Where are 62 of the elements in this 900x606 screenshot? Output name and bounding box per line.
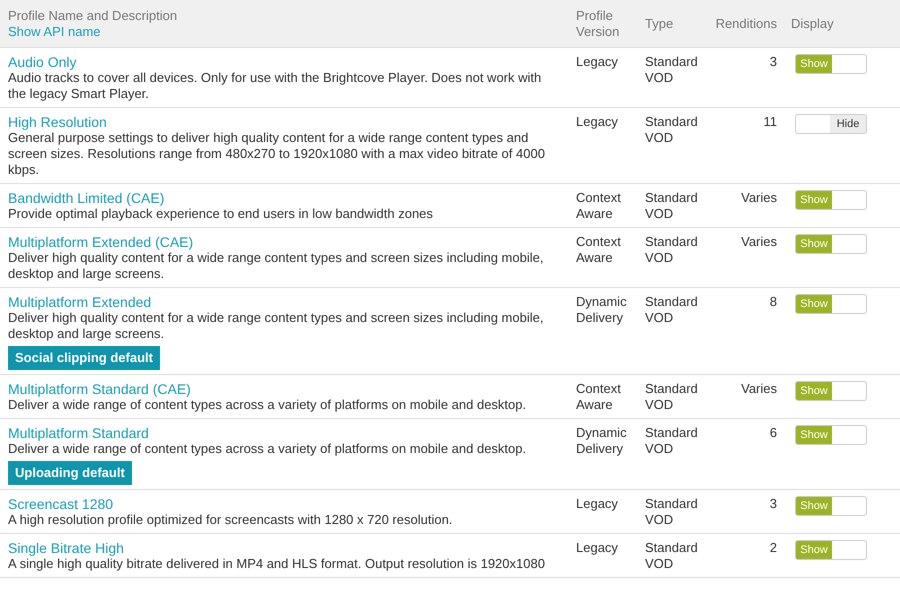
profile-type: Standard VOD: [645, 540, 699, 572]
renditions-count: Varies: [741, 381, 777, 397]
profile-name-link[interactable]: Multiplatform Extended: [8, 294, 152, 310]
default-badge: Social clipping default: [8, 346, 160, 370]
profile-description: Deliver high quality content for a wide range content types and screen sizes including mobile, desktop and large screens.: [8, 250, 544, 282]
profile-name-link[interactable]: Multiplatform Standard: [8, 425, 149, 441]
renditions-count: Varies: [741, 234, 777, 250]
column-header: Type: [645, 16, 674, 31]
profile-name-link[interactable]: High Resolution: [8, 114, 107, 130]
profile-description: A high resolution profile optimized for screencasts with 1280 x 720 resolution.: [8, 512, 452, 528]
renditions-count: 2: [770, 540, 777, 556]
profile-version: Context Aware: [576, 234, 622, 266]
profile-name-link[interactable]: Multiplatform Standard (CAE): [8, 381, 191, 397]
profile-type: Standard VOD: [645, 496, 699, 528]
profile-version: Legacy: [576, 114, 619, 130]
renditions-count: 3: [770, 54, 777, 70]
profile-version: Legacy: [576, 496, 619, 512]
display-toggle[interactable]: Show: [795, 540, 867, 560]
profile-description: Deliver high quality content for a wide range content types and screen sizes including mobile, desktop and large screens.: [8, 310, 544, 342]
default-badge: Uploading default: [8, 461, 132, 485]
display-toggle[interactable]: Show: [795, 190, 867, 210]
profile-type: Standard VOD: [645, 294, 699, 326]
profile-version: Dynamic Delivery: [576, 294, 628, 326]
profile-description: Provide optimal playback experience to end users in low bandwidth zones: [8, 206, 433, 222]
display-toggle[interactable]: Show: [795, 234, 867, 254]
profile-description: A single high quality bitrate delivered in MP4 and HLS format. Output resolution is 1920x1080: [8, 556, 545, 572]
profile-description: General purpose settings to deliver high quality content for a wide range content types and screen sizes. Resolutions range from 480x270 to 1920x1080 with a max video bitrate of 4000 kbps.: [8, 130, 546, 178]
profile-type: Standard VOD: [645, 425, 699, 457]
profile-name-link[interactable]: Audio Only: [8, 54, 76, 70]
renditions-count: 8: [770, 294, 777, 310]
column-header: Display: [791, 16, 834, 31]
profile-type: Standard VOD: [645, 114, 699, 146]
profile-type: Standard VOD: [645, 234, 699, 266]
profile-description: Deliver a wide range of content types across a variety of platforms on mobile and desktop.: [8, 397, 526, 413]
profile-version: Dynamic Delivery: [576, 425, 628, 457]
profile-version: Context Aware: [576, 381, 622, 413]
column-header: Profile Version: [576, 8, 620, 40]
column-header: Renditions: [716, 16, 777, 33]
display-toggle[interactable]: Show: [795, 294, 867, 314]
column-header: Profile Name and Description: [8, 8, 178, 24]
profile-name-link[interactable]: Screencast 1280: [8, 496, 114, 512]
renditions-count: 6: [770, 425, 777, 441]
profile-description: Audio tracks to cover all devices. Only for use with the Brightcove Player. Does not work with the legacy Smart Player.: [8, 70, 542, 102]
display-toggle[interactable]: Hide: [795, 114, 867, 134]
profile-name-link[interactable]: Bandwidth Limited (CAE): [8, 190, 164, 206]
profile-type: Standard VOD: [645, 381, 699, 413]
display-toggle[interactable]: Show: [795, 54, 867, 74]
profile-version: Legacy: [576, 54, 619, 70]
profile-name-link[interactable]: Multiplatform Extended (CAE): [8, 234, 194, 250]
profile-type: Standard VOD: [645, 54, 699, 86]
profile-description: Deliver a wide range of content types across a variety of platforms on mobile and desktop.: [8, 441, 526, 457]
renditions-count: Varies: [741, 190, 777, 206]
display-toggle[interactable]: Show: [795, 381, 867, 401]
profile-version: Legacy: [576, 540, 619, 556]
display-toggle[interactable]: Show: [795, 496, 867, 516]
profile-name-link[interactable]: Single Bitrate High: [8, 540, 124, 556]
renditions-count: 3: [770, 496, 777, 512]
display-toggle[interactable]: Show: [795, 425, 867, 445]
renditions-count: 11: [764, 114, 777, 130]
show-api-name-link[interactable]: Show API name: [8, 24, 100, 40]
profile-version: Context Aware: [576, 190, 622, 222]
profile-type: Standard VOD: [645, 190, 699, 222]
